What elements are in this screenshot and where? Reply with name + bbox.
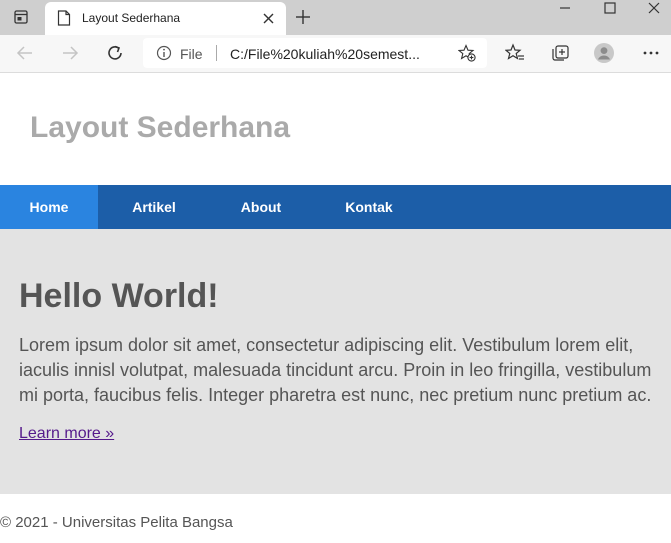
web-page: Layout Sederhana Home Artikel About Kont… <box>0 73 671 543</box>
window-close-icon[interactable] <box>647 1 661 15</box>
learn-more-link[interactable]: Learn more » <box>19 425 114 443</box>
address-url[interactable]: C:/File%20kuliah%20semest... <box>230 46 440 62</box>
main-nav: Home Artikel About Kontak <box>0 185 671 229</box>
hero-title: Hello World! <box>19 277 219 315</box>
collections-icon[interactable] <box>550 43 570 63</box>
hero-section: Hello World! Lorem ipsum dolor sit amet,… <box>0 229 671 494</box>
minimize-icon[interactable] <box>558 1 572 15</box>
tab-title: Layout Sederhana <box>82 11 181 25</box>
maximize-icon[interactable] <box>603 1 617 15</box>
hero-text: Lorem ipsum dolor sit amet, consectetur … <box>19 335 652 405</box>
tab-bar: Layout Sederhana <box>0 0 671 35</box>
browser-toolbar: File C:/File%20kuliah%20semest... <box>0 35 671 73</box>
forward-arrow-icon[interactable] <box>60 43 80 63</box>
tab-active[interactable]: Layout Sederhana <box>45 2 286 35</box>
site-header: Layout Sederhana <box>0 73 671 185</box>
site-footer: © 2021 - Universitas Pelita Bangsa <box>0 514 233 531</box>
info-icon[interactable] <box>156 45 172 61</box>
nav-item-home[interactable]: Home <box>0 185 98 229</box>
back-arrow-icon[interactable] <box>15 43 35 63</box>
nav-item-artikel[interactable]: Artikel <box>110 185 198 229</box>
plus-icon[interactable] <box>295 9 311 25</box>
site-title: Layout Sederhana <box>30 111 291 144</box>
favorites-icon[interactable] <box>505 43 525 63</box>
nav-item-about[interactable]: About <box>218 185 304 229</box>
add-favorite-icon[interactable] <box>458 44 476 62</box>
profile-icon[interactable] <box>594 43 614 63</box>
window-menu-icon[interactable] <box>14 10 28 24</box>
page-icon <box>57 10 71 26</box>
more-icon[interactable] <box>641 43 661 63</box>
address-bar[interactable]: File C:/File%20kuliah%20semest... <box>143 38 487 68</box>
nav-item-kontak[interactable]: Kontak <box>325 185 413 229</box>
address-divider <box>216 45 217 61</box>
refresh-icon[interactable] <box>105 43 125 63</box>
close-icon[interactable] <box>263 13 274 24</box>
address-scheme: File <box>180 46 203 62</box>
